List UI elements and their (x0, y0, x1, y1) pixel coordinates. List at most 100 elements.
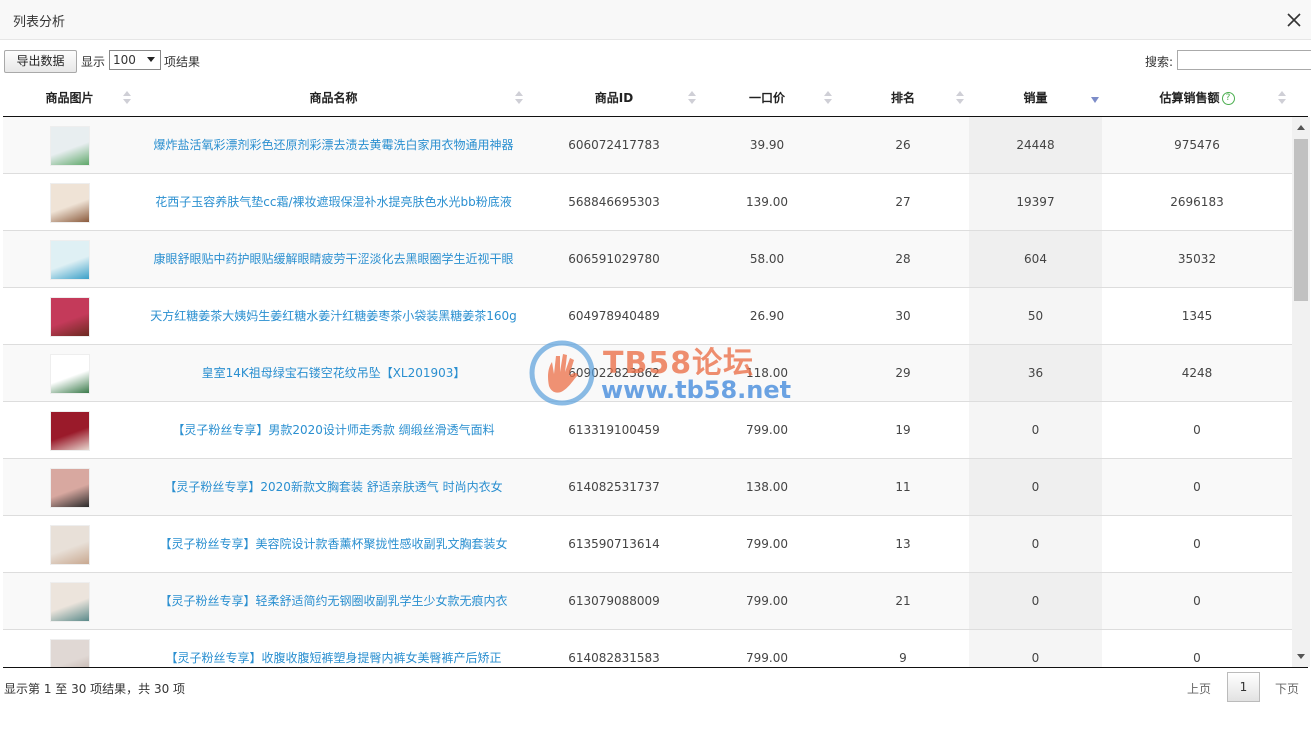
scroll-down-icon[interactable] (1297, 654, 1305, 659)
product-image-cell (3, 459, 136, 515)
product-id-cell: 613590713614 (568, 537, 660, 551)
product-name-link[interactable]: 天方红糖姜茶大姨妈生姜红糖水姜汁红糖姜枣茶小袋装黑糖姜茶160g (150, 309, 517, 323)
page-length-select[interactable]: 100 (109, 50, 161, 70)
table-row[interactable]: 爆炸盐活氧彩漂剂彩色还原剂彩漂去渍去黄霉洗白家用衣物通用神器 6060724177… (3, 117, 1292, 174)
column-header-image[interactable]: 商品图片 (3, 84, 136, 116)
product-name-link[interactable]: 花西子玉容养肤气垫cc霜/裸妆遮瑕保湿补水提亮肤色水光bb粉底液 (155, 195, 511, 209)
product-image-cell (3, 174, 136, 230)
show-label: 显示 (81, 55, 106, 69)
product-thumbnail[interactable] (50, 126, 90, 166)
scroll-thumb[interactable] (1294, 139, 1308, 301)
product-thumbnail[interactable] (50, 354, 90, 394)
table-row[interactable]: 【灵子粉丝专享】美容院设计款香薰杯聚拢性感收副乳文胸套装女 61359071361… (3, 516, 1292, 573)
product-thumbnail[interactable] (50, 468, 90, 508)
product-id-cell: 613319100459 (568, 423, 660, 437)
revenue-cell: 2696183 (1170, 195, 1224, 209)
rank-cell: 30 (895, 309, 911, 323)
revenue-cell: 1345 (1181, 309, 1213, 323)
column-header-name[interactable]: 商品名称 (136, 84, 531, 116)
price-cell: 799.00 (746, 537, 788, 551)
product-thumbnail[interactable] (50, 639, 90, 667)
table-header: 商品图片 商品名称 商品ID 一口价 排名 销量 估算销售额? (3, 84, 1308, 117)
table-body: 爆炸盐活氧彩漂剂彩色还原剂彩漂去渍去黄霉洗白家用衣物通用神器 6060724177… (3, 117, 1292, 667)
table-row[interactable]: 皇室14K祖母绿宝石镂空花纹吊坠【XL201903】 609022823862 11… (3, 345, 1292, 402)
next-page-button[interactable]: 下页 (1275, 680, 1299, 697)
sales-cell: 604 (969, 231, 1102, 287)
price-cell: 799.00 (746, 594, 788, 608)
product-name-link[interactable]: 皇室14K祖母绿宝石镂空花纹吊坠【XL201903】 (202, 366, 466, 380)
product-name-link[interactable]: 【灵子粉丝专享】收腹收腹短裤塑身提臀内裤女美臀裤产后矫正 (165, 651, 501, 665)
column-header-rank[interactable]: 排名 (837, 84, 969, 116)
product-image-cell (3, 288, 136, 344)
column-header-label: 商品名称 (309, 91, 358, 105)
table-row[interactable]: 【灵子粉丝专享】2020新款文胸套装 舒适亲肤透气 时尚内衣女 614082531… (3, 459, 1292, 516)
product-name-link[interactable]: 【灵子粉丝专享】轻柔舒适简约无钢圈收副乳学生少女款无痕内衣 (159, 594, 507, 608)
price-cell: 139.00 (746, 195, 788, 209)
product-image-cell (3, 231, 136, 287)
column-header-sales[interactable]: 销量 (969, 84, 1102, 116)
product-thumbnail[interactable] (50, 240, 90, 280)
product-name-cell: 爆炸盐活氧彩漂剂彩色还原剂彩漂去渍去黄霉洗白家用衣物通用神器 (136, 117, 531, 173)
table-scrollbar[interactable] (1292, 117, 1310, 667)
product-name-cell: 【灵子粉丝专享】男款2020设计师走秀款 绸缎丝滑透气面料 (136, 402, 531, 458)
product-name-link[interactable]: 爆炸盐活氧彩漂剂彩色还原剂彩漂去渍去黄霉洗白家用衣物通用神器 (153, 138, 513, 152)
dialog-titlebar: 列表分析 (0, 0, 1311, 40)
product-id-cell: 606591029780 (568, 252, 660, 266)
product-name-cell: 花西子玉容养肤气垫cc霜/裸妆遮瑕保湿补水提亮肤色水光bb粉底液 (136, 174, 531, 230)
product-thumbnail[interactable] (50, 411, 90, 451)
chevron-down-icon (147, 57, 155, 62)
table-row[interactable]: 【灵子粉丝专享】轻柔舒适简约无钢圈收副乳学生少女款无痕内衣 61307908800… (3, 573, 1292, 630)
product-name-cell: 皇室14K祖母绿宝石镂空花纹吊坠【XL201903】 (136, 345, 531, 401)
column-header-label: 排名 (890, 91, 915, 105)
sort-icon (515, 91, 523, 105)
revenue-cell: 35032 (1177, 252, 1217, 266)
search-label: 搜索: (1145, 55, 1174, 69)
rank-cell: 28 (895, 252, 911, 266)
table-row[interactable]: 【灵子粉丝专享】收腹收腹短裤塑身提臀内裤女美臀裤产后矫正 614082831583… (3, 630, 1292, 667)
table-row[interactable]: 康眼舒眼贴中药护眼贴缓解眼睛疲劳干涩淡化去黑眼圈学生近视干眼 6065910297… (3, 231, 1292, 288)
product-thumbnail[interactable] (50, 582, 90, 622)
table-row[interactable]: 花西子玉容养肤气垫cc霜/裸妆遮瑕保湿补水提亮肤色水光bb粉底液 56884669… (3, 174, 1292, 231)
product-name-link[interactable]: 【灵子粉丝专享】美容院设计款香薰杯聚拢性感收副乳文胸套装女 (159, 537, 507, 551)
product-id-cell: 606072417783 (568, 138, 660, 152)
product-name-link[interactable]: 【灵子粉丝专享】2020新款文胸套装 舒适亲肤透气 时尚内衣女 (164, 480, 502, 494)
rank-cell: 29 (895, 366, 911, 380)
page-button-current[interactable]: 1 (1227, 672, 1260, 702)
price-cell: 799.00 (746, 651, 788, 665)
table-row[interactable]: 天方红糖姜茶大姨妈生姜红糖水姜汁红糖姜枣茶小袋装黑糖姜茶160g 60497894… (3, 288, 1292, 345)
column-header-label: 估算销售额 (1159, 91, 1220, 105)
sales-cell: 19397 (969, 174, 1102, 230)
page-length-value: 100 (113, 53, 136, 67)
sales-cell: 36 (969, 345, 1102, 401)
sales-cell: 50 (969, 288, 1102, 344)
column-header-revenue[interactable]: 估算销售额? (1102, 84, 1292, 116)
rank-cell: 11 (895, 480, 911, 494)
product-name-cell: 【灵子粉丝专享】轻柔舒适简约无钢圈收副乳学生少女款无痕内衣 (136, 573, 531, 629)
search-input[interactable] (1177, 50, 1311, 70)
export-data-button[interactable]: 导出数据 (4, 50, 77, 73)
sales-cell: 0 (969, 459, 1102, 515)
product-name-link[interactable]: 【灵子粉丝专享】男款2020设计师走秀款 绸缎丝滑透气面料 (172, 423, 494, 437)
price-cell: 39.90 (749, 138, 785, 152)
prev-page-button[interactable]: 上页 (1187, 680, 1211, 697)
revenue-cell: 0 (1193, 480, 1201, 494)
product-thumbnail[interactable] (50, 183, 90, 223)
revenue-cell: 975476 (1174, 138, 1220, 152)
close-icon[interactable] (1283, 9, 1305, 31)
price-cell: 799.00 (746, 423, 788, 437)
scroll-up-icon[interactable] (1297, 125, 1305, 130)
column-header-price[interactable]: 一口价 (697, 84, 837, 116)
product-name-link[interactable]: 康眼舒眼贴中药护眼贴缓解眼睛疲劳干涩淡化去黑眼圈学生近视干眼 (153, 252, 513, 266)
column-header-id[interactable]: 商品ID (531, 84, 697, 116)
product-id-cell: 614082531737 (568, 480, 660, 494)
question-circle-icon[interactable]: ? (1221, 92, 1235, 105)
table-row[interactable]: 【灵子粉丝专享】男款2020设计师走秀款 绸缎丝滑透气面料 61331910045… (3, 402, 1292, 459)
sales-cell: 0 (969, 402, 1102, 458)
product-image-cell (3, 516, 136, 572)
product-thumbnail[interactable] (50, 297, 90, 337)
column-header-label: 商品ID (594, 91, 634, 105)
table-info: 显示第 1 至 30 项结果，共 30 项 (4, 682, 186, 696)
sort-icon (688, 91, 696, 105)
product-thumbnail[interactable] (50, 525, 90, 565)
rank-cell: 9 (899, 651, 907, 665)
